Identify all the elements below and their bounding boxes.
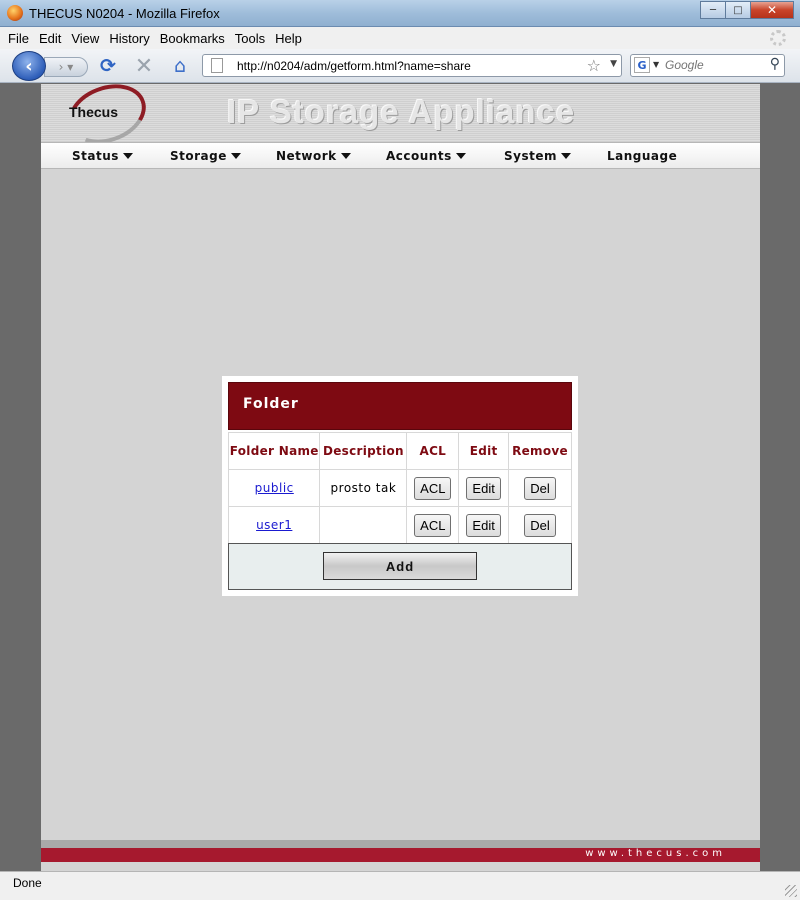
table-row: public prosto tak ACL Edit Del (227, 469, 572, 507)
folder-link-public[interactable]: public (255, 481, 294, 495)
nav-language-label: Language (607, 149, 678, 163)
col-folder-name: Folder Name (227, 432, 321, 470)
reload-icon[interactable]: ⟳ (97, 55, 119, 77)
menu-edit[interactable]: Edit (39, 31, 61, 46)
folder-name-cell: public (227, 469, 321, 507)
nav-accounts[interactable]: Accounts (386, 149, 466, 163)
edit-button[interactable]: Edit (466, 513, 501, 537)
table-row: user1 ACL Edit Del (227, 506, 572, 544)
folder-name-cell: user1 (227, 506, 321, 544)
window-titlebar: THECUS N0204 - Mozilla Firefox ─ □ ✕ (0, 0, 800, 27)
menu-history[interactable]: History (109, 31, 149, 46)
col-edit: Edit (458, 432, 510, 470)
nav-storage-label: Storage (170, 149, 227, 163)
acl-cell: ACL (406, 469, 460, 507)
engine-dropdown-icon[interactable]: ▼ (653, 60, 659, 69)
nav-status-label: Status (72, 149, 119, 163)
search-engine-icon[interactable]: G (634, 57, 650, 73)
menu-bookmarks[interactable]: Bookmarks (160, 31, 225, 46)
remove-cell: Del (508, 506, 572, 544)
acl-cell: ACL (406, 506, 460, 544)
folder-table: Folder Name Description ACL Edit Remove … (227, 432, 572, 544)
menu-file[interactable]: File (8, 31, 29, 46)
folder-link-user1[interactable]: user1 (256, 518, 292, 532)
nav-system-label: System (504, 149, 557, 163)
maximize-button[interactable]: □ (725, 1, 751, 19)
edit-cell: Edit (458, 506, 510, 544)
main-nav: Status Storage Network Accounts System L… (41, 142, 760, 169)
menubar: File Edit View History Bookmarks Tools H… (0, 27, 800, 49)
menu-help[interactable]: Help (275, 31, 302, 46)
page-icon (211, 58, 223, 73)
col-description: Description (319, 432, 408, 470)
url-bar[interactable]: http://n0204/adm/getform.html?name=share… (202, 54, 622, 77)
caret-down-icon (122, 153, 133, 159)
description-cell: prosto tak (319, 469, 408, 507)
folder-panel: Folder Folder Name Description ACL Edit … (222, 376, 578, 596)
caret-down-icon (230, 153, 241, 159)
search-bar[interactable]: G ▼ ⚲ (630, 54, 785, 77)
back-arrow-icon[interactable]: ‹ (12, 51, 46, 81)
home-icon[interactable]: ⌂ (169, 55, 191, 77)
nav-system[interactable]: System (504, 149, 571, 163)
nav-accounts-label: Accounts (386, 149, 452, 163)
minimize-button[interactable]: ─ (700, 1, 726, 19)
banner-title: IP Storage Appliance (227, 93, 576, 130)
throbber-icon (770, 30, 786, 46)
folder-panel-header: Folder (228, 382, 572, 430)
status-text: Done (13, 876, 42, 890)
acl-button[interactable]: ACL (414, 513, 452, 537)
footer-strip (41, 840, 760, 848)
footer-bar: www.thecus.com (41, 848, 760, 862)
menu-tools[interactable]: Tools (235, 31, 265, 46)
window-controls: ─ □ ✕ (700, 1, 794, 19)
col-remove: Remove (508, 432, 572, 470)
add-area: Add (228, 543, 572, 590)
resize-grip-icon[interactable] (785, 885, 797, 897)
nav-status[interactable]: Status (72, 149, 133, 163)
nav-language[interactable]: Language (607, 149, 677, 163)
nav-network[interactable]: Network (276, 149, 351, 163)
description-cell (319, 506, 408, 544)
banner: Thecus IP Storage Appliance (41, 84, 760, 142)
edit-button[interactable]: Edit (466, 476, 501, 500)
url-text[interactable]: http://n0204/adm/getform.html?name=share (237, 59, 471, 73)
forward-arrow-icon[interactable]: › ▾ (44, 57, 88, 77)
add-folder-button[interactable]: Add (323, 552, 477, 580)
edit-cell: Edit (458, 469, 510, 507)
window-title: THECUS N0204 - Mozilla Firefox (29, 6, 220, 21)
caret-down-icon (455, 153, 466, 159)
stop-icon[interactable]: ✕ (133, 54, 155, 79)
url-dropdown-icon[interactable]: ▼ (610, 59, 617, 69)
logo-text: Thecus (69, 104, 119, 120)
nav-storage[interactable]: Storage (170, 149, 241, 163)
delete-button[interactable]: Del (524, 476, 556, 500)
search-icon[interactable]: ⚲ (770, 56, 780, 72)
bookmark-star-icon[interactable]: ☆ (587, 56, 601, 75)
firefox-icon (7, 5, 23, 21)
nav-network-label: Network (276, 149, 337, 163)
col-acl: ACL (406, 432, 460, 470)
remove-cell: Del (508, 469, 572, 507)
caret-down-icon (561, 153, 571, 159)
footer-url: www.thecus.com (585, 848, 726, 859)
delete-button[interactable]: Del (524, 513, 556, 537)
caret-down-icon (340, 153, 351, 159)
navigation-toolbar: › ▾ ‹ ⟳ ✕ ⌂ http://n0204/adm/getform.htm… (0, 49, 800, 83)
web-page: Thecus IP Storage Appliance Status Stora… (41, 84, 760, 871)
table-header-row: Folder Name Description ACL Edit Remove (227, 432, 572, 470)
acl-button[interactable]: ACL (414, 476, 452, 500)
folder-panel-title: Folder (243, 396, 299, 412)
close-button[interactable]: ✕ (750, 1, 794, 19)
status-bar: Done (0, 871, 800, 900)
menu-view[interactable]: View (71, 31, 99, 46)
search-input[interactable] (665, 58, 760, 72)
